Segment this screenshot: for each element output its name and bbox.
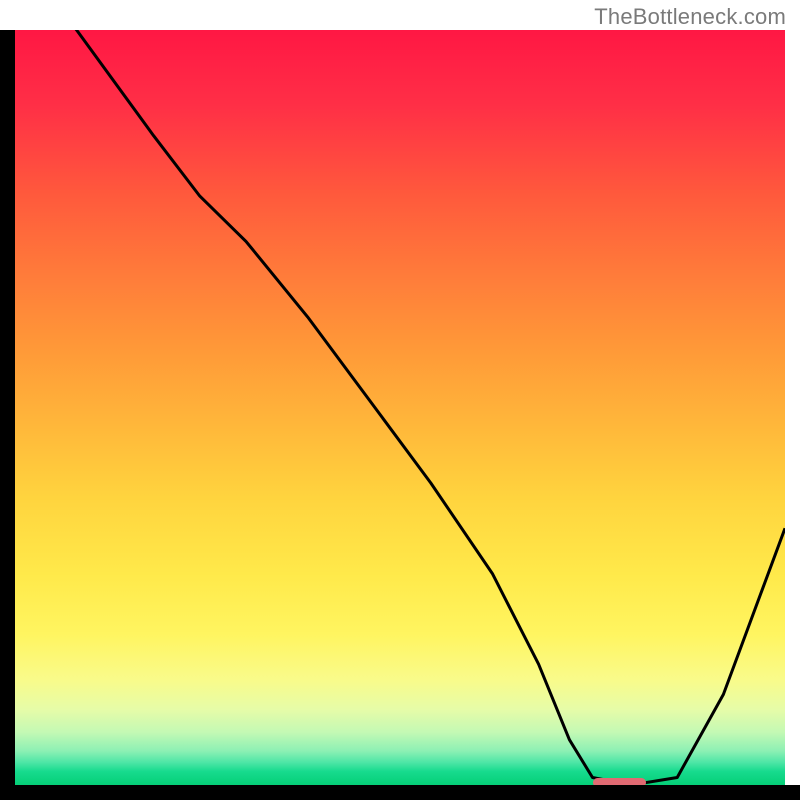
watermark-text: TheBottleneck.com (594, 4, 786, 30)
plot-area (15, 30, 785, 785)
y-axis-bar (0, 30, 15, 800)
bottleneck-chart: TheBottleneck.com (0, 0, 800, 800)
optimal-range-marker (593, 778, 647, 785)
bottleneck-curve (15, 30, 785, 785)
curve-svg (15, 30, 785, 785)
x-axis-bar (0, 785, 800, 800)
